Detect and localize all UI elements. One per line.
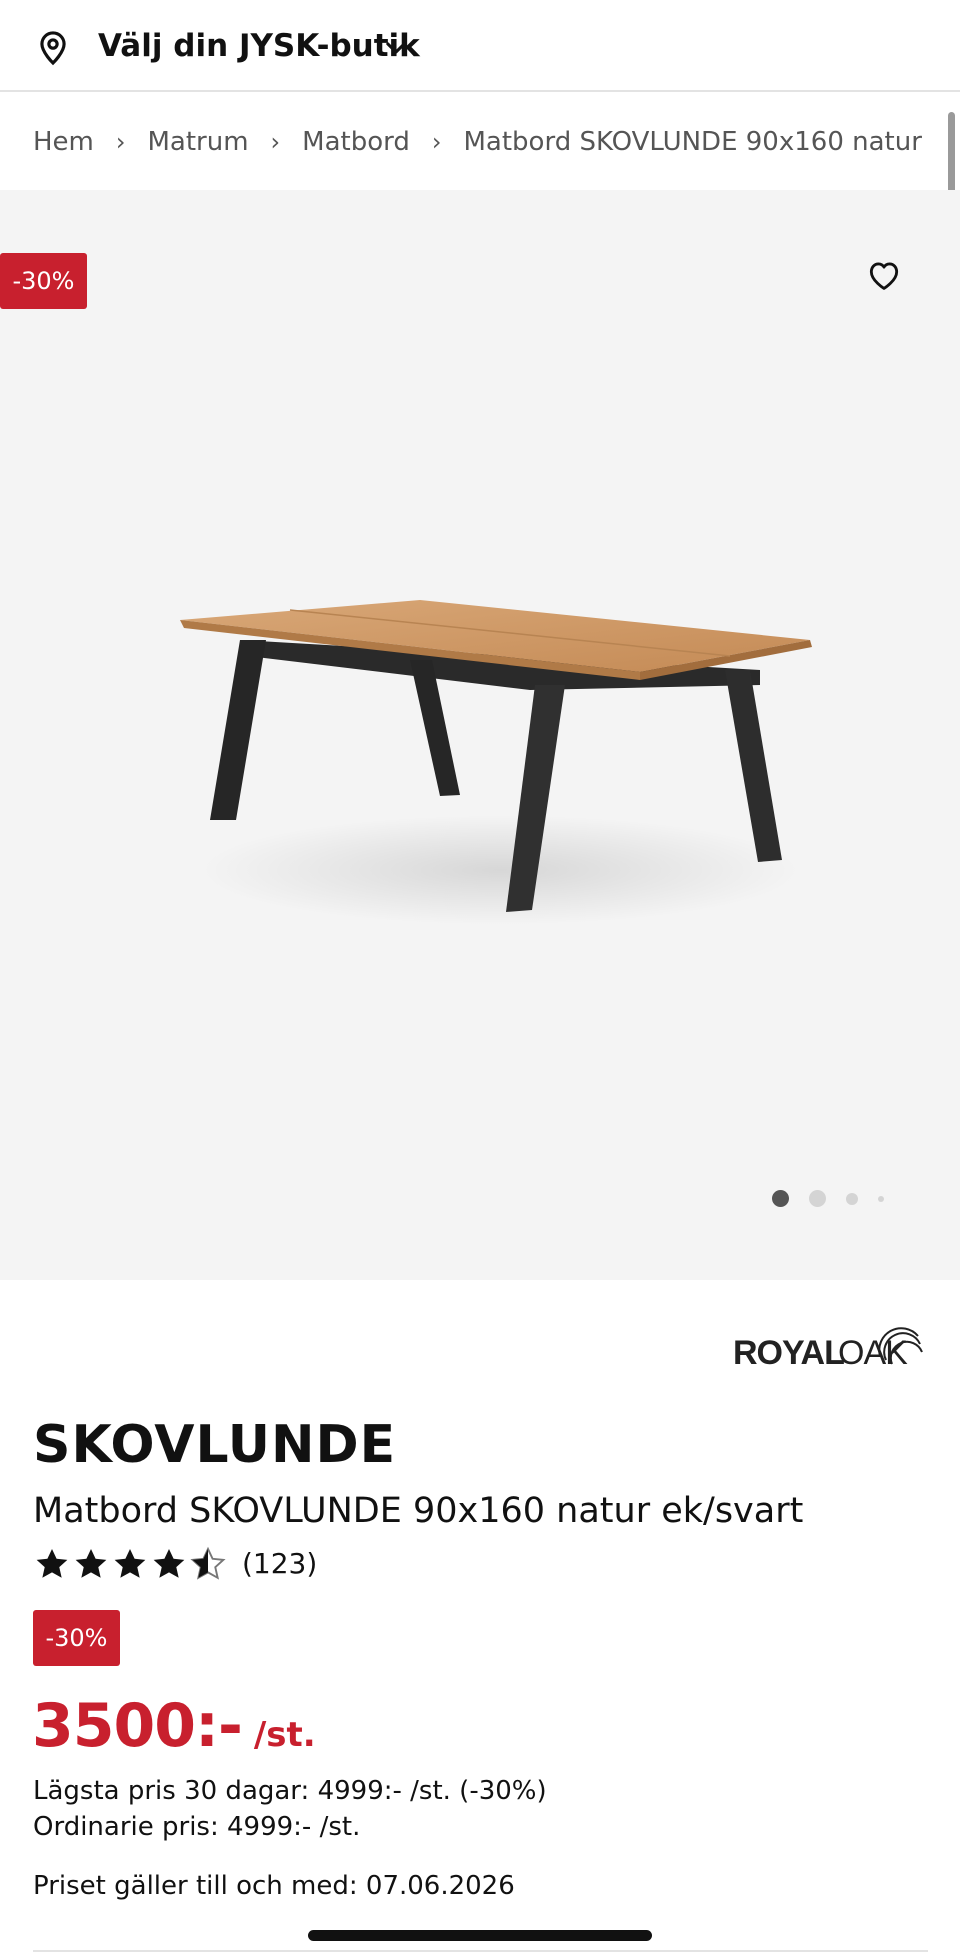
discount-badge: -30%: [0, 253, 87, 309]
pagination-dot[interactable]: [809, 1190, 826, 1207]
price-valid-until: Priset gäller till och med: 07.06.2026: [33, 1871, 515, 1901]
star-half-icon: [190, 1546, 226, 1580]
pagination-dot-active[interactable]: [772, 1190, 789, 1207]
price: 3500:- /st.: [32, 1690, 316, 1762]
section-divider: [33, 1950, 928, 1952]
price-unit: /st.: [253, 1715, 316, 1755]
pagination-dot[interactable]: [846, 1192, 858, 1205]
breadcrumb: Hem › Matrum › Matbord › Matbord SKOVLUN…: [0, 94, 960, 190]
product-description: Matbord SKOVLUNDE 90x160 natur ek/svart: [33, 1491, 804, 1531]
product-image-gallery[interactable]: -30%: [0, 190, 960, 1280]
product-title: SKOVLUNDE: [33, 1415, 397, 1475]
price-amount: 3500:-: [32, 1691, 243, 1761]
star-filled-icon: [36, 1548, 68, 1578]
rating-stars: [33, 1545, 228, 1583]
price-discount-badge: -30%: [33, 1610, 120, 1666]
pagination-dot[interactable]: [878, 1195, 884, 1202]
rating-count[interactable]: (123): [242, 1545, 317, 1583]
gallery-pagination[interactable]: [772, 1190, 904, 1207]
star-filled-icon: [75, 1548, 107, 1578]
royal-oak-logo[interactable]: ROYAL OAK: [730, 1316, 930, 1372]
star-filled-icon: [114, 1548, 146, 1578]
breadcrumb-separator: ›: [431, 128, 442, 156]
map-pin-icon: [40, 31, 66, 66]
breadcrumb-separator: ›: [270, 128, 281, 156]
chevron-down-icon[interactable]: [382, 34, 410, 62]
svg-text:ROYAL: ROYAL: [733, 1334, 844, 1372]
ordinary-price: Ordinarie pris: 4999:- /st.: [33, 1812, 361, 1842]
store-selector-label[interactable]: Välj din JYSK-butik: [98, 26, 420, 66]
heart-icon[interactable]: [864, 256, 904, 294]
breadcrumb-item-matrum[interactable]: Matrum: [147, 124, 248, 160]
home-indicator[interactable]: [308, 1930, 652, 1941]
store-selector-bar[interactable]: Välj din JYSK-butik: [0, 0, 960, 92]
breadcrumb-separator: ›: [115, 128, 126, 156]
breadcrumb-item-matbord[interactable]: Matbord: [302, 124, 410, 160]
star-filled-icon: [153, 1548, 185, 1578]
product-rating[interactable]: (123): [33, 1545, 317, 1583]
breadcrumb-item-hem[interactable]: Hem: [33, 124, 94, 160]
table-image: [180, 600, 812, 925]
lowest-price-30-days: Lägsta pris 30 dagar: 4999:- /st. (-30%): [33, 1776, 547, 1806]
svg-text:OAK: OAK: [838, 1334, 908, 1372]
breadcrumb-item-current: Matbord SKOVLUNDE 90x160 natur ek/svart: [463, 127, 928, 157]
